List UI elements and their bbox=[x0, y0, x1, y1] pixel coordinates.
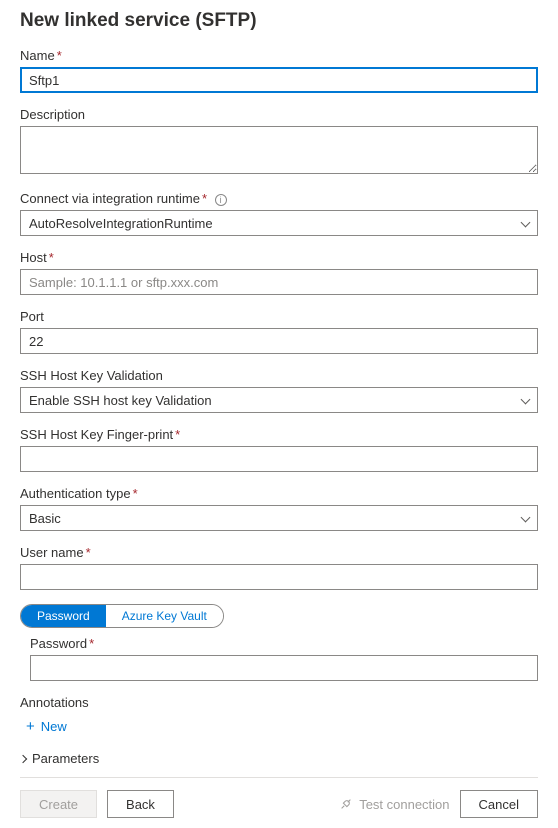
auth-type-label: Authentication type* bbox=[20, 486, 538, 501]
ssh-validation-select[interactable]: Enable SSH host key Validation bbox=[20, 387, 538, 413]
host-label: Host* bbox=[20, 250, 538, 265]
username-label: User name* bbox=[20, 545, 538, 560]
info-icon[interactable]: i bbox=[215, 194, 227, 206]
host-input[interactable] bbox=[20, 269, 538, 295]
page-title: New linked service (SFTP) bbox=[20, 10, 538, 32]
ssh-fingerprint-input[interactable] bbox=[20, 446, 538, 472]
ssh-validation-label: SSH Host Key Validation bbox=[20, 368, 538, 383]
test-connection-button: Test connection bbox=[339, 797, 449, 812]
auth-type-select[interactable]: Basic bbox=[20, 505, 538, 531]
add-annotation-button[interactable]: + New bbox=[20, 714, 73, 739]
integration-runtime-select[interactable]: AutoResolveIntegrationRuntime bbox=[20, 210, 538, 236]
name-label: Name* bbox=[20, 48, 538, 63]
tab-password[interactable]: Password bbox=[21, 605, 106, 627]
port-label: Port bbox=[20, 309, 538, 324]
cancel-button[interactable]: Cancel bbox=[460, 790, 538, 818]
name-input[interactable] bbox=[20, 67, 538, 93]
annotations-label: Annotations bbox=[20, 695, 538, 710]
ssh-fingerprint-label: SSH Host Key Finger-print* bbox=[20, 427, 538, 442]
password-input[interactable] bbox=[30, 655, 538, 681]
username-input[interactable] bbox=[20, 564, 538, 590]
footer: Create Back Test connection Cancel bbox=[20, 777, 538, 828]
chevron-down-icon bbox=[522, 214, 529, 229]
required-indicator: * bbox=[57, 48, 62, 63]
port-input[interactable] bbox=[20, 328, 538, 354]
description-label: Description bbox=[20, 107, 538, 122]
integration-runtime-label: Connect via integration runtime* i bbox=[20, 191, 538, 206]
chevron-right-icon bbox=[20, 754, 27, 762]
chevron-down-icon bbox=[522, 509, 529, 524]
chevron-down-icon bbox=[522, 391, 529, 406]
plug-icon bbox=[339, 797, 353, 811]
back-button[interactable]: Back bbox=[107, 790, 174, 818]
password-label: Password* bbox=[30, 636, 538, 651]
plus-icon: + bbox=[26, 718, 35, 735]
password-source-tabs: Password Azure Key Vault bbox=[20, 604, 224, 628]
description-input[interactable] bbox=[20, 126, 538, 174]
parameters-section-toggle[interactable]: Parameters bbox=[20, 745, 99, 772]
create-button: Create bbox=[20, 790, 97, 818]
tab-azure-key-vault[interactable]: Azure Key Vault bbox=[106, 605, 223, 627]
